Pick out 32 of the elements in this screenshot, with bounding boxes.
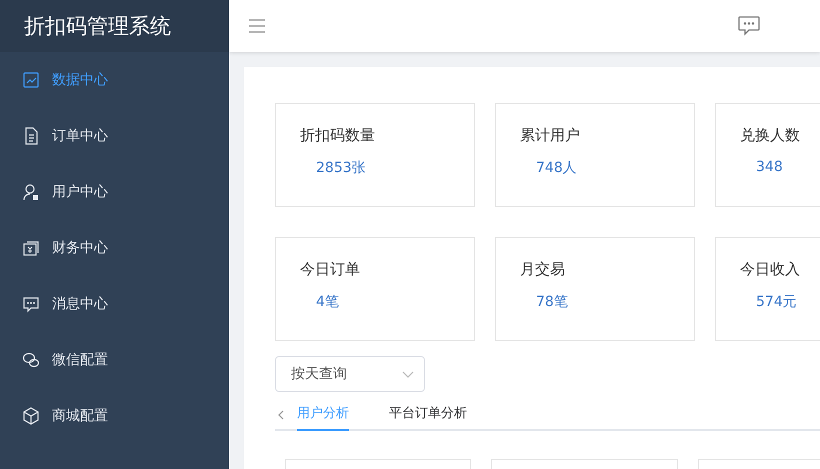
stat-label: 累计用户: [520, 126, 581, 145]
stat-value: 78笔: [536, 293, 569, 311]
stat-value: 748人: [536, 159, 578, 177]
sidebar-item[interactable]: 消息中心: [0, 276, 229, 332]
sidebar-item[interactable]: 订单中心: [0, 108, 229, 164]
chevron-down-icon: [402, 370, 414, 378]
stat-value: 2853张: [316, 159, 367, 177]
stat-label: 月交易: [520, 260, 566, 279]
message-icon[interactable]: [738, 16, 760, 36]
wallet-icon: [22, 239, 40, 257]
stat-label: 兑换人数: [740, 126, 801, 145]
sidebar-item[interactable]: 数据中心: [0, 52, 229, 108]
sidebar-item[interactable]: 商城配置: [0, 388, 229, 444]
chevron-left-icon[interactable]: [277, 410, 284, 420]
chart-icon: [22, 71, 40, 89]
cube-icon: [22, 407, 40, 425]
stat-value: 348: [756, 159, 784, 175]
stat-label: 今日订单: [300, 260, 361, 279]
sidebar-item[interactable]: 用户中心: [0, 164, 229, 220]
sidebar-item[interactable]: 财务中心: [0, 220, 229, 276]
query-mode-select[interactable]: 按天查询: [275, 356, 425, 392]
app-title: 折扣码管理系统: [24, 13, 171, 40]
stat-value: 574元: [756, 293, 798, 311]
chat-bubbles-icon: [22, 351, 40, 369]
tab[interactable]: 平台订单分析: [389, 404, 467, 431]
stat-label: 今日收入: [740, 260, 801, 279]
sidebar-item[interactable]: 微信配置: [0, 332, 229, 388]
stat-value: 4笔: [316, 293, 340, 311]
menu-icon[interactable]: [249, 19, 265, 33]
stat-label: 折扣码数量: [300, 126, 376, 145]
user-icon: [22, 183, 40, 201]
message-icon: [22, 295, 40, 313]
